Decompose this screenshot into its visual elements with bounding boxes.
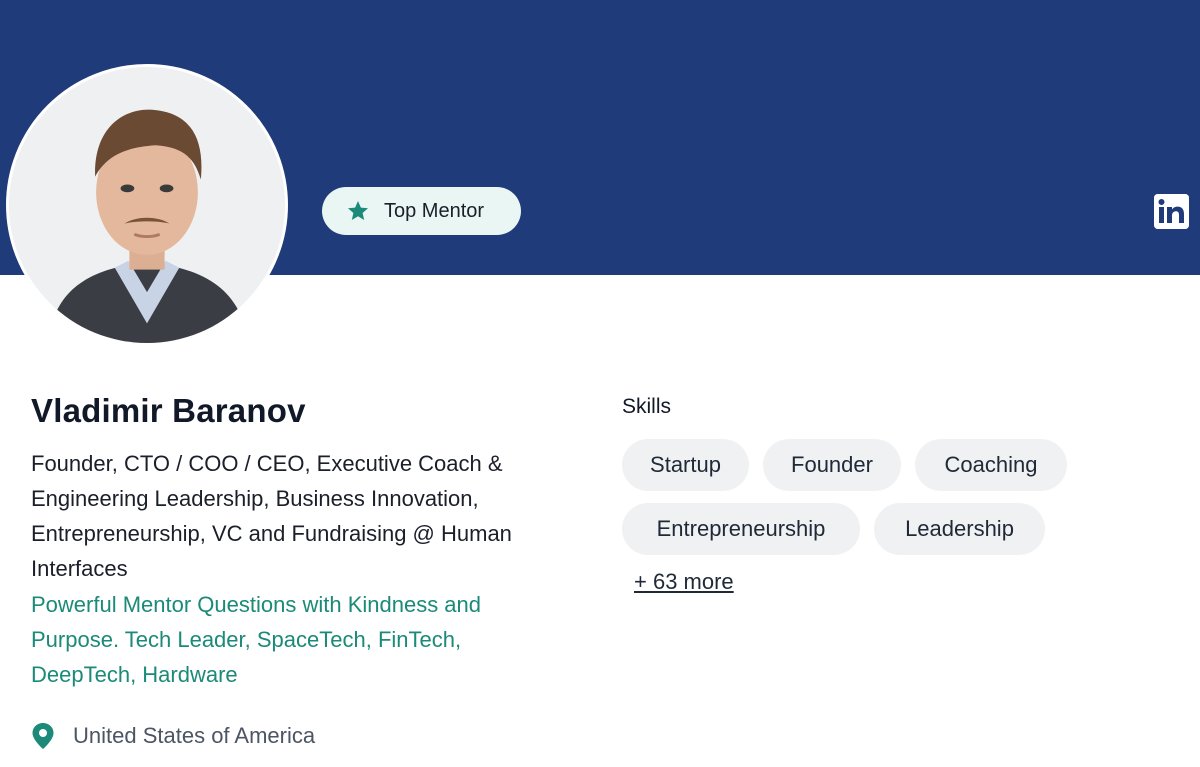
linkedin-link[interactable] [1154, 194, 1189, 229]
map-pin-icon [32, 723, 54, 749]
badge-label: Top Mentor [384, 199, 485, 222]
skill-chip-entrepreneurship[interactable]: Entrepreneurship [622, 503, 860, 555]
more-skills-link[interactable]: + 63 more [634, 569, 734, 595]
skill-chip-coaching[interactable]: Coaching [915, 439, 1067, 491]
skills-title: Skills [622, 395, 672, 418]
profile-tagline: Powerful Mentor Questions with Kindness … [31, 592, 482, 687]
skill-chip-leadership[interactable]: Leadership [874, 503, 1045, 555]
avatar [6, 64, 288, 346]
profile-name: Vladimir Baranov [31, 392, 306, 429]
top-mentor-badge: Top Mentor [322, 187, 521, 235]
linkedin-icon [1154, 194, 1189, 229]
location-label: United States of America [73, 723, 316, 748]
skill-chip-founder[interactable]: Founder [763, 439, 901, 491]
star-icon [348, 201, 368, 220]
skill-chip-startup[interactable]: Startup [622, 439, 749, 491]
location: United States of America [31, 722, 315, 750]
profile-headline: Founder, CTO / COO / CEO, Executive Coac… [31, 451, 512, 581]
